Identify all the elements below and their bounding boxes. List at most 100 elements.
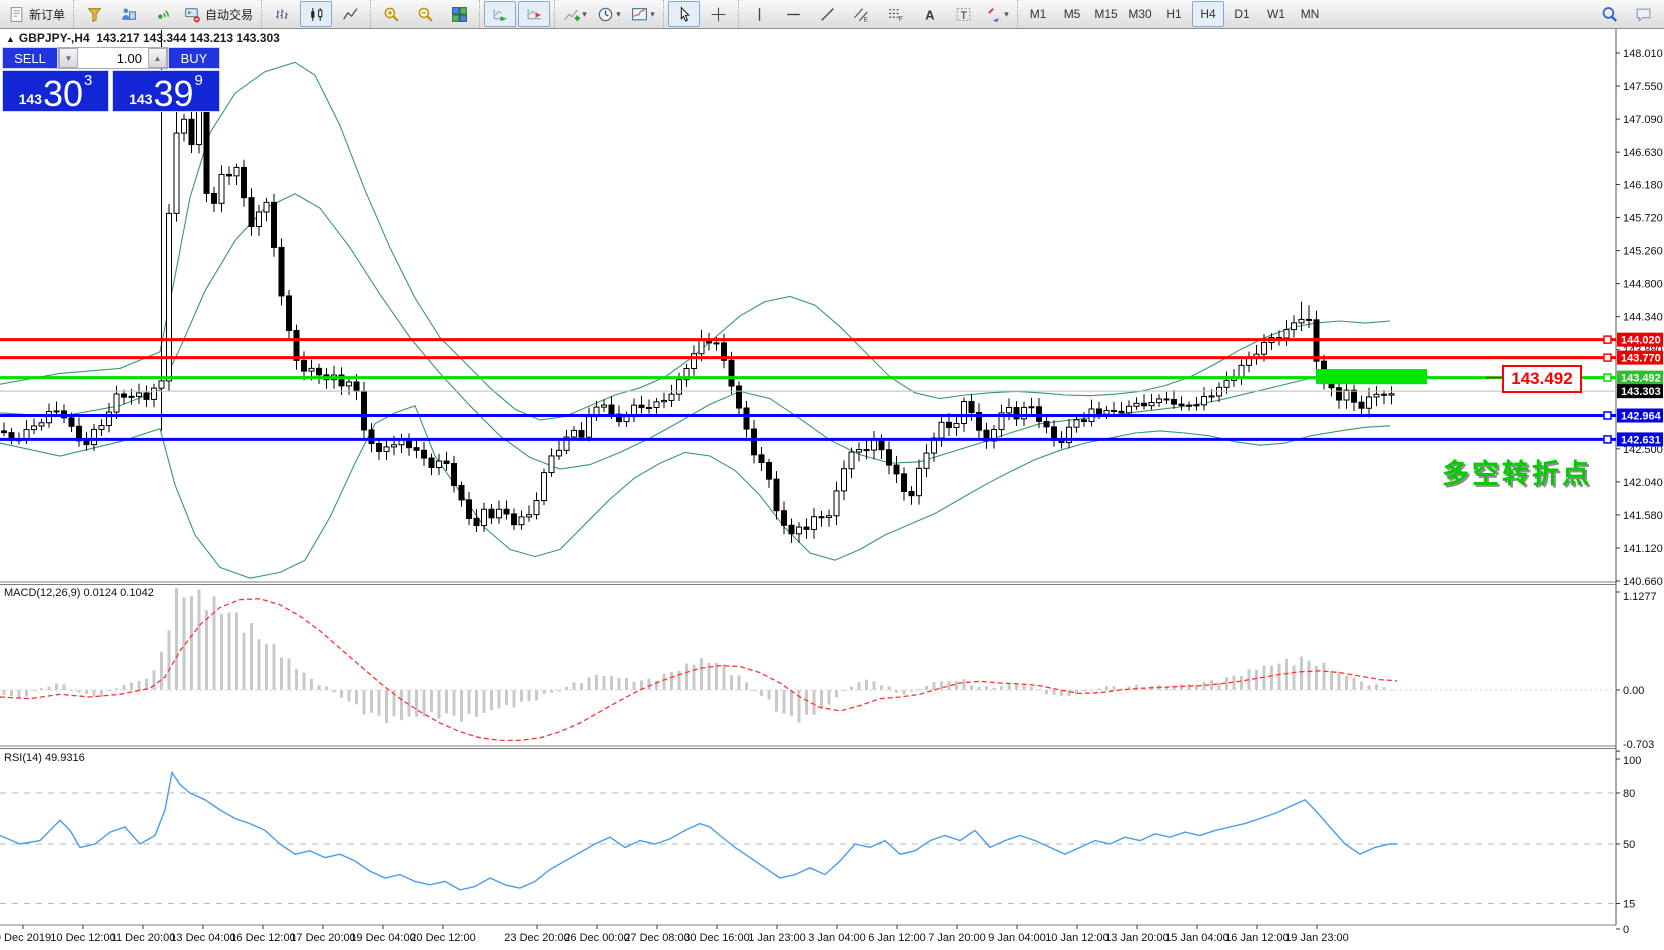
macd-indicator-label: MACD(12,26,9) 0.0124 0.1042 <box>4 587 154 599</box>
crosshair-icon <box>710 6 727 23</box>
new-order-button[interactable]: 新订单 <box>4 1 69 27</box>
main-toolbar: 新订单 自动交易 ▾ ▾ ▾ E F A T ▾ M1M5M15M30H1H4D1W1MN <box>0 0 1664 29</box>
chart-annotation-text: 多空转折点 <box>1442 452 1592 491</box>
price-tick: 144.800 <box>1623 279 1663 291</box>
channel-icon: E <box>853 6 870 23</box>
cursor-button[interactable] <box>668 1 700 27</box>
text-button[interactable]: A <box>913 1 945 27</box>
svg-text:-0.703: -0.703 <box>1623 739 1654 751</box>
green-zone <box>1316 369 1427 384</box>
symbol-name: GBPJPY-,H4 <box>19 31 90 45</box>
price-tick: 142.040 <box>1623 477 1663 489</box>
timeframe-button-W1[interactable]: W1 <box>1260 1 1292 27</box>
autoscroll-icon <box>492 6 509 23</box>
timeframe-button-M5[interactable]: M5 <box>1056 1 1088 27</box>
buy-price[interactable]: 143 39 9 <box>112 70 220 112</box>
svg-text:80: 80 <box>1623 788 1635 800</box>
line-chart-button[interactable] <box>334 1 366 27</box>
svg-text:143.770: 143.770 <box>1621 353 1661 365</box>
chevron-down-icon[interactable]: ▾ <box>650 9 655 20</box>
svg-text:50: 50 <box>1623 839 1635 851</box>
volume-down-button[interactable]: ▼ <box>59 48 78 68</box>
time-tick: 9 Dec 2019 <box>0 932 51 944</box>
timeframe-button-H4[interactable]: H4 <box>1192 1 1224 27</box>
cursor-icon <box>676 6 693 23</box>
tile-icon <box>451 6 468 23</box>
svg-text:144.020: 144.020 <box>1621 335 1661 347</box>
time-tick: 15 Jan 04:00 <box>1165 932 1229 944</box>
chevron-down-icon[interactable]: ▾ <box>1004 9 1009 20</box>
horizontal-line-button[interactable] <box>777 1 809 27</box>
timeframe-group: M1M5M15M30H1H4D1W1MN <box>1017 0 1330 28</box>
chevron-down-icon[interactable]: ▾ <box>582 9 587 20</box>
chart-canvas[interactable]: 148.010147.550147.090146.630146.180145.7… <box>0 0 1664 950</box>
price-level-callout[interactable]: 143.492 <box>1502 365 1582 393</box>
toolbar-group: 新订单 <box>0 0 73 28</box>
sell-price[interactable]: 143 30 3 <box>2 70 109 112</box>
chat-icon[interactable] <box>1627 1 1659 27</box>
text-label-button[interactable]: T <box>947 1 979 27</box>
buy-price-pips: 39 <box>153 79 193 109</box>
market-watch-button[interactable] <box>78 1 110 27</box>
time-tick: 27 Dec 08:00 <box>624 932 689 944</box>
zoom-in-button[interactable] <box>375 1 407 27</box>
svg-text:0.00: 0.00 <box>1623 685 1644 697</box>
indicators-button[interactable]: ▾ <box>559 1 591 27</box>
chart-title: ▲GBPJPY-,H4 143.217 143.344 143.213 143.… <box>6 31 280 45</box>
arrows-button[interactable]: ▾ <box>981 1 1013 27</box>
time-tick: 1 Jan 23:00 <box>748 932 806 944</box>
candlestick-chart-button[interactable] <box>300 1 332 27</box>
equidistant-channel-button[interactable]: E <box>845 1 877 27</box>
price-axis: 148.010147.550147.090146.630146.180145.7… <box>1616 48 1663 588</box>
svg-text:T: T <box>960 9 967 21</box>
search-icon[interactable] <box>1593 1 1625 27</box>
shift-icon <box>526 6 543 23</box>
zoom-out-button[interactable] <box>409 1 441 27</box>
buy-button[interactable]: BUY <box>168 47 220 69</box>
buy-price-base: 143 <box>129 92 152 106</box>
crosshair-button[interactable] <box>702 1 734 27</box>
timeframe-button-M15[interactable]: M15 <box>1090 1 1122 27</box>
autotrade-icon <box>184 6 201 23</box>
volume-input[interactable] <box>78 48 148 68</box>
svg-text:F: F <box>898 15 902 22</box>
svg-text:142.631: 142.631 <box>1621 434 1661 446</box>
periods-button[interactable]: ▾ <box>593 1 625 27</box>
templates-button[interactable]: ▾ <box>627 1 659 27</box>
chevron-down-icon[interactable]: ▾ <box>616 9 621 20</box>
data-window-button[interactable] <box>146 1 178 27</box>
timeframe-button-M30[interactable]: M30 <box>1124 1 1156 27</box>
signal-icon <box>154 6 171 23</box>
textT-icon: T <box>955 6 972 23</box>
timeframe-button-MN[interactable]: MN <box>1294 1 1326 27</box>
toolbar-group <box>479 0 554 28</box>
svg-text:0: 0 <box>1623 924 1629 936</box>
bollinger-middle <box>0 194 1390 469</box>
bars-icon <box>274 6 291 23</box>
sell-price-base: 143 <box>19 92 42 106</box>
fibonacci-button[interactable]: F <box>879 1 911 27</box>
timeframe-button-D1[interactable]: D1 <box>1226 1 1258 27</box>
time-tick: 30 Dec 16:00 <box>684 932 749 944</box>
trendline-button[interactable] <box>811 1 843 27</box>
green-zone-rect[interactable] <box>1316 369 1427 384</box>
toolbar-group <box>261 0 370 28</box>
vertical-line-button[interactable] <box>743 1 775 27</box>
sell-button[interactable]: SELL <box>2 47 58 69</box>
ohlc-collapse-arrow[interactable]: ▲ <box>6 34 15 44</box>
bollinger-lower <box>0 406 1390 579</box>
time-tick: 10 Jan 12:00 <box>1045 932 1109 944</box>
auto-trading-button[interactable]: 自动交易 <box>180 1 257 27</box>
navigator-button[interactable] <box>112 1 144 27</box>
timeframe-button-M1[interactable]: M1 <box>1022 1 1054 27</box>
chart-shift-button[interactable] <box>518 1 550 27</box>
price-tick: 148.010 <box>1623 48 1663 60</box>
auto-scroll-button[interactable] <box>484 1 516 27</box>
time-tick: 13 Jan 20:00 <box>1105 932 1169 944</box>
timeframe-button-H1[interactable]: H1 <box>1158 1 1190 27</box>
volume-up-button[interactable]: ▲ <box>148 48 167 68</box>
tile-windows-button[interactable] <box>443 1 475 27</box>
linechart-icon <box>342 6 359 23</box>
price-tick: 147.090 <box>1623 114 1663 126</box>
bar-chart-button[interactable] <box>266 1 298 27</box>
